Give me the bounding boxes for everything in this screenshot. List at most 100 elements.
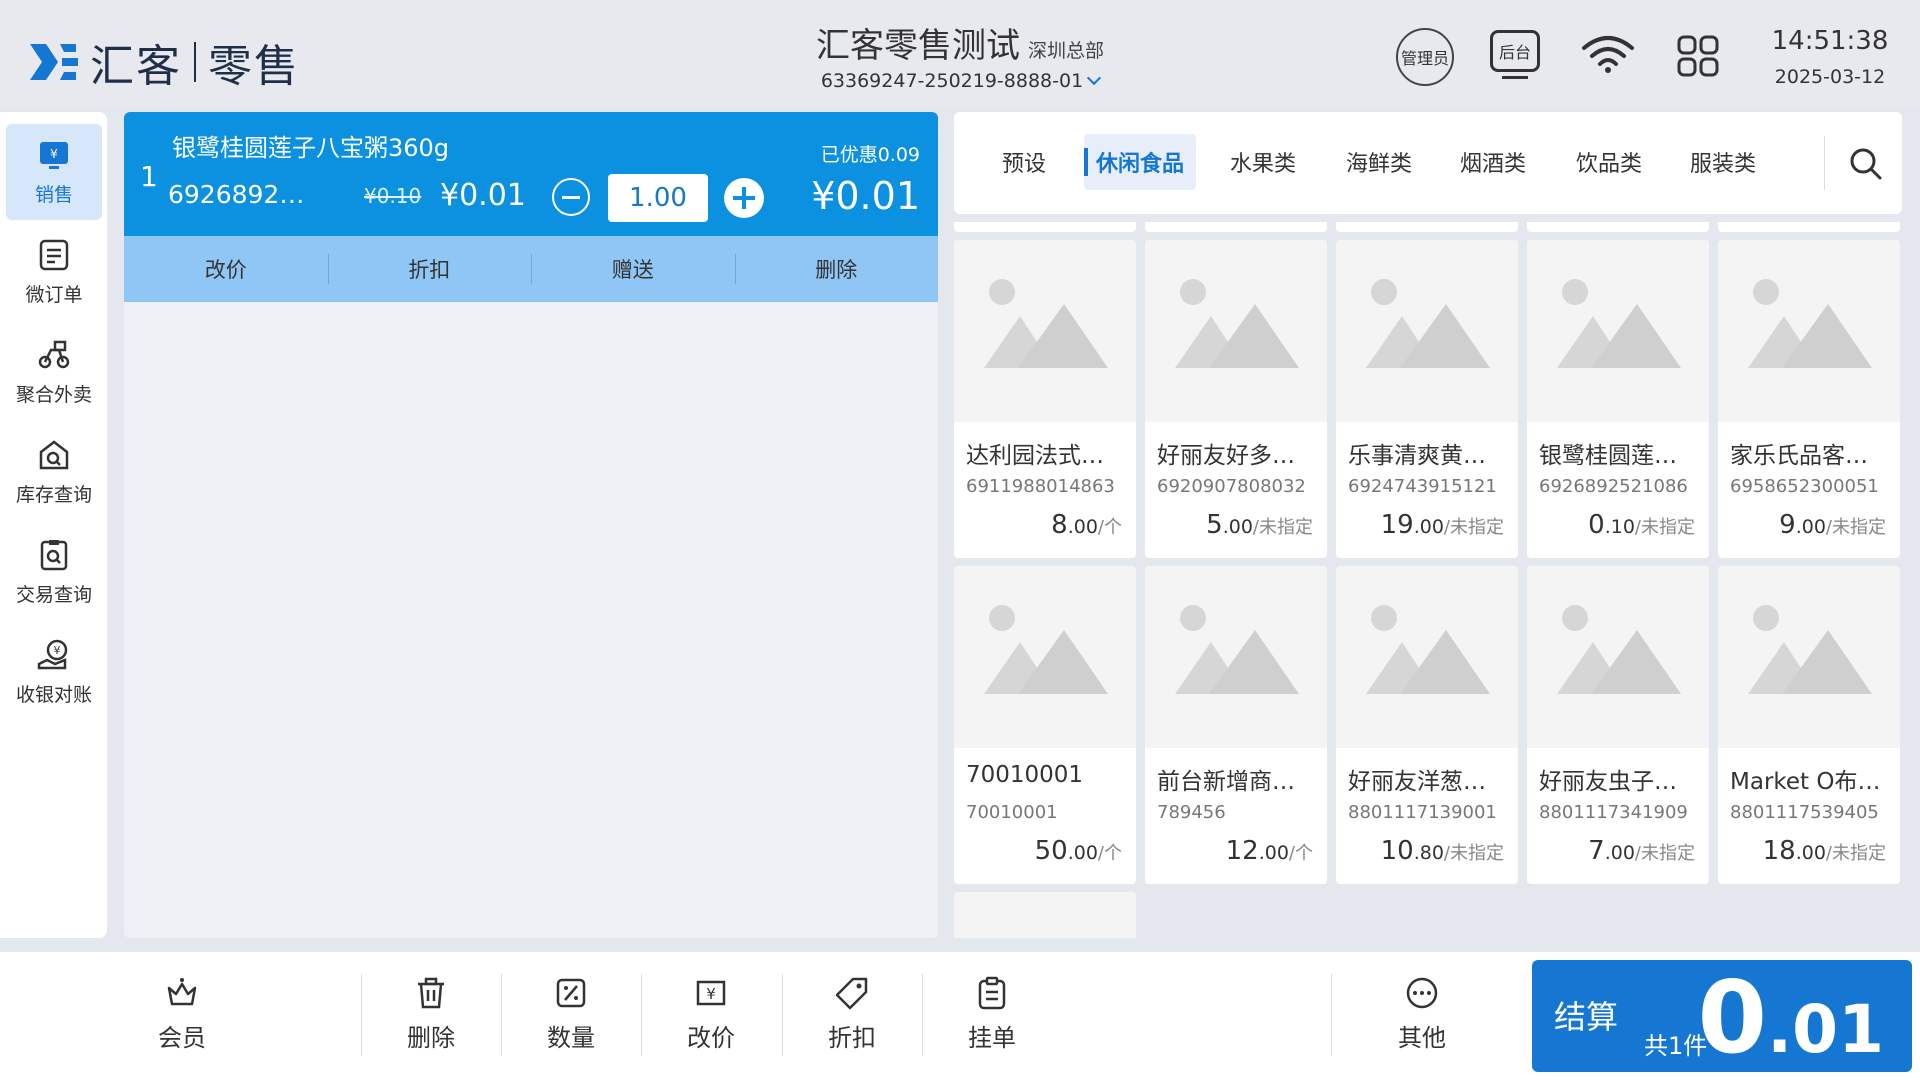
cart-item-selected[interactable]: 1 银鹭桂圆莲子八宝粥360g 69268925… ¥0.10 ¥0.01 1.… (124, 112, 938, 236)
tab-beverages[interactable]: 饮品类 (1564, 134, 1654, 190)
image-placeholder-icon (1557, 605, 1681, 694)
tab-tobacco-liquor[interactable]: 烟酒类 (1448, 134, 1538, 190)
reprice-button[interactable]: ¥ 改价 (656, 976, 766, 1053)
product-card-partial[interactable] (954, 892, 1136, 938)
delete-button[interactable]: 删除 (376, 976, 486, 1053)
sidebar-item-sales[interactable]: ¥ 销售 (6, 124, 102, 220)
product-name: 70010001 (966, 762, 1084, 788)
image-placeholder-icon (1366, 279, 1490, 368)
toolbar-divider (641, 974, 642, 1056)
more-button[interactable]: 其他 (1367, 976, 1477, 1053)
member-button[interactable]: 会员 (127, 976, 237, 1053)
product-price-integer: 50 (1034, 836, 1068, 866)
discount-button[interactable]: 折扣 (797, 976, 907, 1053)
sidebar-item-inventory[interactable]: 库存查询 (6, 424, 102, 520)
sidebar-item-micro-order[interactable]: 微订单 (6, 224, 102, 320)
product-image-placeholder (1527, 240, 1709, 422)
product-name: 乐事清爽黄… (1348, 443, 1486, 469)
image-placeholder-icon (984, 279, 1108, 368)
decrease-quantity-button[interactable] (552, 178, 590, 216)
checkout-button[interactable]: 结算 共1件 0.01 (1532, 960, 1912, 1072)
product-price-decimal: .00 (1222, 516, 1253, 538)
member-label: 会员 (158, 1024, 206, 1052)
product-card[interactable]: 好丽友洋葱… 8801117139001 10.80/未指定 (1336, 566, 1518, 884)
wifi-icon[interactable] (1580, 34, 1636, 74)
cart-item-price: ¥0.01 (440, 178, 526, 213)
product-card[interactable]: 好丽友好多… 6920907808032 5.00/未指定 (1145, 240, 1327, 558)
product-unit: /未指定 (1634, 843, 1695, 864)
apps-grid-icon[interactable] (1676, 34, 1720, 78)
cart-discount-button[interactable]: 折扣 (327, 236, 532, 302)
crown-icon (167, 978, 197, 1006)
sidebar-item-reconcile[interactable]: ¥ 收银对账 (6, 624, 102, 720)
cart-gift-button[interactable]: 赠送 (531, 236, 735, 302)
product-card[interactable]: 乐事清爽黄… 6924743915121 19.00/未指定 (1336, 240, 1518, 558)
product-image-placeholder (954, 240, 1136, 422)
product-code: 6920907808032 (1157, 476, 1306, 497)
product-name: 家乐氏品客… (1730, 443, 1868, 469)
product-card[interactable]: 银鹭桂圆莲… 6926892521086 0.10/未指定 (1527, 240, 1709, 558)
product-price: 12.00/个 (1226, 836, 1313, 866)
product-price-integer: 0 (1588, 510, 1605, 540)
product-card[interactable]: Market O布… 8801117539405 18.00/未指定 (1718, 566, 1900, 884)
quantity-button[interactable]: 数量 (516, 976, 626, 1053)
image-placeholder-icon (984, 605, 1108, 694)
svg-text:¥: ¥ (54, 644, 61, 657)
toolbar-divider (1331, 974, 1332, 1056)
increase-quantity-button[interactable] (724, 178, 764, 218)
sidebar-item-transactions[interactable]: 交易查询 (6, 524, 102, 620)
product-image-placeholder (1145, 566, 1327, 748)
product-card[interactable]: 达利园法式… 6911988014863 8.00/个 (954, 240, 1136, 558)
product-card[interactable]: 70010001 70010001 50.00/个 (954, 566, 1136, 884)
tab-clothing[interactable]: 服装类 (1678, 134, 1768, 190)
product-code: 8801117539405 (1730, 802, 1879, 823)
product-card[interactable]: 好丽友虫子… 8801117341909 7.00/未指定 (1527, 566, 1709, 884)
image-placeholder-icon (1175, 605, 1299, 694)
product-price: 7.00/未指定 (1588, 836, 1695, 866)
toolbar-divider (501, 974, 502, 1056)
product-price-decimal: .00 (1413, 516, 1444, 538)
toolbar-divider (782, 974, 783, 1056)
tab-snacks[interactable]: 休闲食品 (1084, 134, 1197, 190)
product-unit: /未指定 (1443, 517, 1504, 538)
header: 汇客 零售 汇客零售测试 深圳总部 63369247-250219-8888-01… (0, 0, 1920, 108)
trash-icon (418, 977, 444, 1009)
product-name: 好丽友洋葱… (1348, 769, 1486, 795)
store-branch: 深圳总部 (1027, 40, 1104, 62)
svg-text:¥: ¥ (50, 147, 58, 161)
tab-preset[interactable]: 预设 (990, 134, 1058, 190)
sidebar-item-delivery[interactable]: 聚合外卖 (6, 324, 102, 420)
product-unit: /个 (1097, 517, 1122, 538)
product-price-integer: 12 (1225, 836, 1259, 866)
product-price-integer: 10 (1380, 836, 1414, 866)
quantity-icon (556, 978, 586, 1008)
delete-label: 删除 (407, 1024, 455, 1052)
tab-seafood[interactable]: 海鲜类 (1334, 134, 1424, 190)
product-price-decimal: .80 (1413, 842, 1444, 864)
cart-reprice-button[interactable]: 改价 (124, 236, 328, 302)
transaction-icon (40, 539, 68, 570)
cart-delete-button[interactable]: 删除 (734, 236, 939, 302)
product-name: 好丽友好多… (1157, 443, 1295, 469)
backend-button[interactable]: 后台 (1490, 30, 1540, 72)
product-card[interactable]: 家乐氏品客… 6958652300051 9.00/未指定 (1718, 240, 1900, 558)
product-card-partial (1718, 222, 1900, 232)
sidebar-item-label: 交易查询 (15, 583, 92, 606)
sidebar-item-label: 库存查询 (15, 483, 92, 506)
product-code: 6924743915121 (1348, 476, 1497, 497)
product-image-placeholder (1718, 240, 1900, 422)
product-card[interactable]: 前台新增商… 789456 12.00/个 (1145, 566, 1327, 884)
product-price-integer: 9 (1779, 510, 1796, 540)
monitor-stand (1502, 76, 1528, 79)
order-icon (39, 239, 69, 270)
sidebar: ¥ 销售 微订单 聚合外卖 库存查询 交易查询 ¥ 收银对账 (0, 112, 107, 938)
tab-fruit[interactable]: 水果类 (1218, 134, 1308, 190)
product-price: 8.00/个 (1051, 510, 1122, 540)
search-icon[interactable] (1848, 146, 1884, 182)
product-code: 6911988014863 (966, 476, 1115, 497)
hold-order-button[interactable]: 挂单 (937, 976, 1047, 1053)
quantity-input[interactable]: 1.00 (608, 174, 708, 222)
product-price-decimal: .00 (1067, 842, 1098, 864)
cart-item-original-price: ¥0.10 (364, 184, 422, 208)
admin-button[interactable]: 管理员 (1396, 28, 1454, 86)
